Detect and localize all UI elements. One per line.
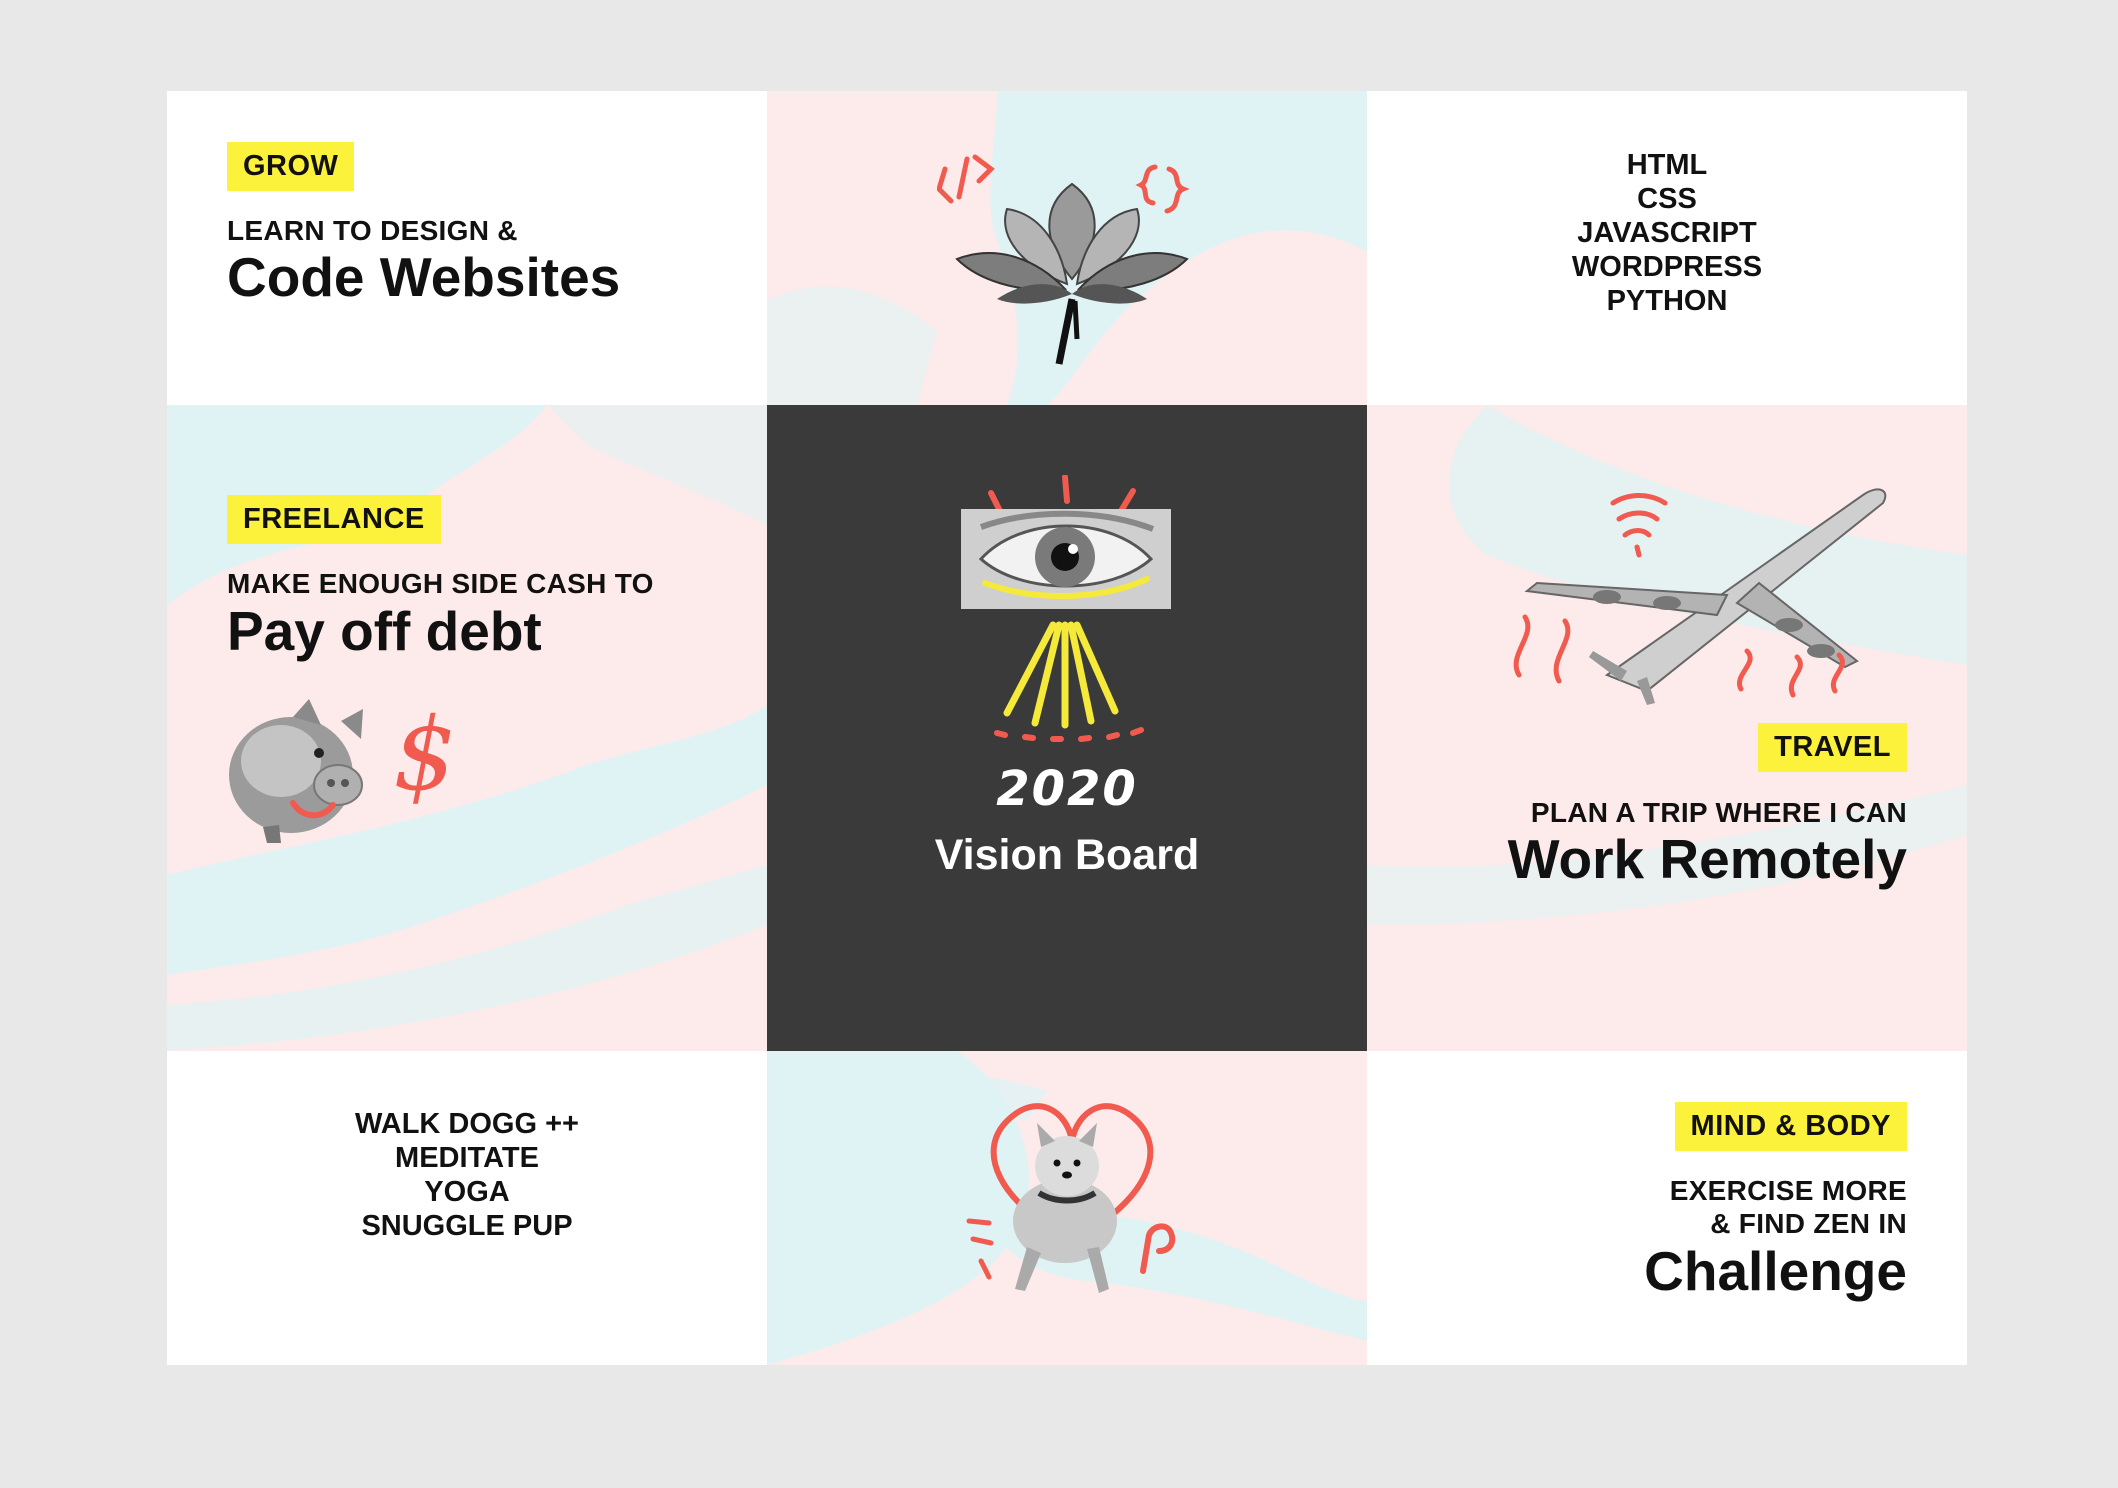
eye-icon bbox=[961, 475, 1171, 742]
lotus-flower-icon bbox=[937, 154, 1190, 365]
habit-item: WALK DOGG ++ bbox=[355, 1108, 579, 1140]
habits-card: WALK DOGG ++ MEDITATE YOGA SNUGGLE PUP bbox=[167, 1051, 767, 1365]
code-art-card bbox=[767, 91, 1367, 405]
travel-headline: Work Remotely bbox=[1507, 828, 1907, 890]
skills-list: HTML CSS JAVASCRIPT WORDPRESS PYTHON bbox=[1367, 148, 1967, 318]
airplane-icon bbox=[1513, 488, 1887, 705]
skill-item: HTML bbox=[1626, 149, 1708, 181]
skill-item: WORDPRESS bbox=[1571, 251, 1763, 283]
center-title: Vision Board bbox=[934, 831, 1200, 879]
dollar-sign-doodle: $ bbox=[393, 696, 457, 813]
year-label: 2020 bbox=[996, 761, 1138, 817]
grow-kicker: LEARN TO DESIGN & bbox=[227, 215, 518, 246]
travel-tag: TRAVEL bbox=[1758, 723, 1907, 772]
mind-body-kicker-1: EXERCISE MORE bbox=[1669, 1175, 1907, 1206]
mind-body-kicker-2: & FIND ZEN IN bbox=[1710, 1208, 1907, 1239]
grow-card: GROW LEARN TO DESIGN & Code Websites bbox=[167, 91, 767, 405]
freelance-kicker: MAKE ENOUGH SIDE CASH TO bbox=[227, 568, 654, 599]
skills-card: HTML CSS JAVASCRIPT WORDPRESS PYTHON bbox=[1367, 91, 1967, 405]
dog-heart-icon bbox=[966, 1103, 1176, 1293]
freelance-card: FREELANCE MAKE ENOUGH SIDE CASH TO Pay o… bbox=[167, 405, 767, 1051]
travel-card: TRAVEL PLAN A TRIP WHERE I CAN Work Remo… bbox=[1367, 405, 1967, 1051]
skill-item: CSS bbox=[1637, 183, 1697, 215]
mind-body-headline: Challenge bbox=[1644, 1240, 1907, 1302]
mind-body-tag: MIND & BODY bbox=[1674, 1102, 1907, 1151]
vision-board: GROW LEARN TO DESIGN & Code Websites HTM… bbox=[167, 91, 1967, 1365]
piggy-bank-icon bbox=[229, 699, 363, 843]
travel-kicker: PLAN A TRIP WHERE I CAN bbox=[1530, 797, 1907, 828]
dog-art-card bbox=[767, 1051, 1367, 1365]
center-card: 2020 Vision Board bbox=[767, 405, 1367, 1051]
habit-item: YOGA bbox=[424, 1176, 510, 1208]
habit-item: MEDITATE bbox=[395, 1142, 539, 1174]
skill-item: JAVASCRIPT bbox=[1577, 217, 1757, 249]
skill-item: PYTHON bbox=[1606, 285, 1728, 317]
freelance-tag: FREELANCE bbox=[227, 495, 441, 544]
mind-body-card: MIND & BODY EXERCISE MORE & FIND ZEN IN … bbox=[1367, 1051, 1967, 1365]
habits-list: WALK DOGG ++ MEDITATE YOGA SNUGGLE PUP bbox=[167, 1107, 767, 1243]
grow-headline: Code Websites bbox=[227, 246, 621, 308]
freelance-headline: Pay off debt bbox=[227, 600, 542, 662]
habit-item: SNUGGLE PUP bbox=[361, 1210, 573, 1242]
grow-tag: GROW bbox=[227, 142, 355, 191]
